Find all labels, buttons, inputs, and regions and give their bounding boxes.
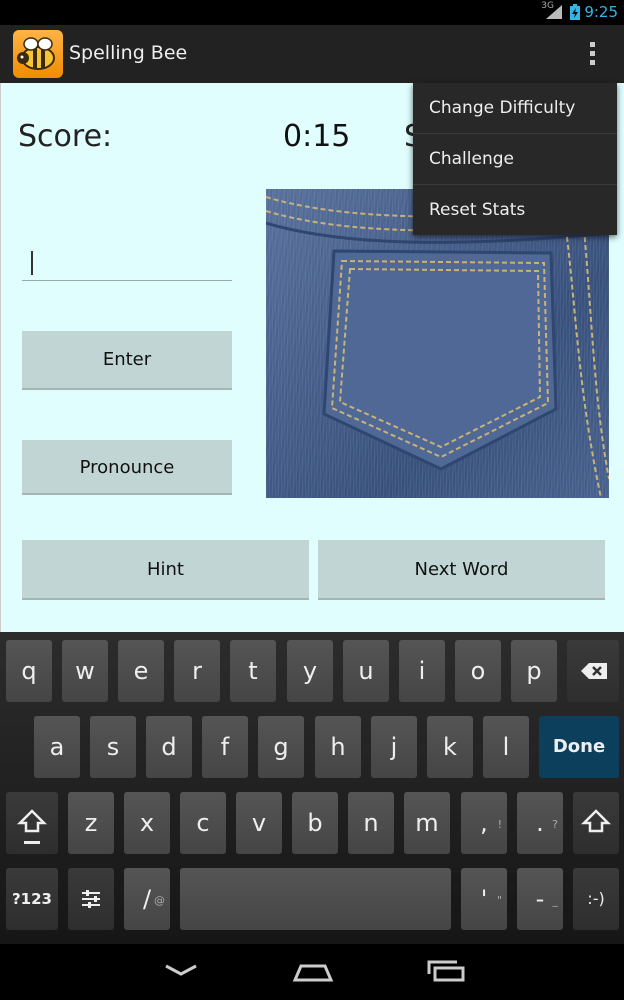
key-apostrophe-hint: " [496, 894, 502, 907]
word-input[interactable] [22, 240, 232, 281]
key-o[interactable]: o [455, 640, 501, 702]
key-c[interactable]: c [180, 792, 226, 854]
word-picture-jeans [266, 189, 609, 498]
score-label: Score: [18, 119, 113, 154]
pronounce-button[interactable]: Pronounce [22, 440, 232, 495]
next-word-button[interactable]: Next Word [318, 540, 605, 600]
timer: 0:15 [283, 119, 351, 154]
key-b[interactable]: b [292, 792, 338, 854]
key-z[interactable]: z [68, 792, 114, 854]
clock: 9:25 [584, 3, 618, 21]
shift-key[interactable] [6, 792, 58, 854]
key-r[interactable]: r [174, 640, 220, 702]
key-s[interactable]: s [90, 716, 136, 778]
smiley-key-label: :-) [587, 889, 605, 908]
smiley-key[interactable]: :-) [573, 868, 619, 930]
key-dash[interactable]: - _ [517, 868, 563, 930]
key-j[interactable]: j [371, 716, 417, 778]
action-bar: Spelling Bee [0, 25, 624, 84]
key-e[interactable]: e [118, 640, 164, 702]
app-title: Spelling Bee [69, 42, 188, 64]
key-slash-hint: @ [154, 894, 165, 907]
shift-arrow-icon [580, 809, 612, 833]
navigation-bar [0, 944, 624, 1000]
symbols-key[interactable]: ?123 [6, 868, 58, 930]
key-a[interactable]: a [34, 716, 80, 778]
key-k[interactable]: k [427, 716, 473, 778]
key-h[interactable]: h [315, 716, 361, 778]
shift-key-right[interactable] [573, 792, 619, 854]
enter-button[interactable]: Enter [22, 331, 232, 390]
key-g[interactable]: g [258, 716, 304, 778]
key-t[interactable]: t [230, 640, 276, 702]
key-i[interactable]: i [399, 640, 445, 702]
key-comma-hint: ! [497, 818, 502, 831]
space-key[interactable] [180, 868, 451, 930]
menu-item-reset-stats[interactable]: Reset Stats [413, 185, 617, 235]
key-m[interactable]: m [404, 792, 450, 854]
hint-button[interactable]: Hint [22, 540, 309, 600]
key-w[interactable]: w [62, 640, 108, 702]
overflow-menu: Change Difficulty Challenge Reset Stats [413, 83, 617, 235]
key-v[interactable]: v [236, 792, 282, 854]
backspace-icon [581, 663, 607, 679]
menu-item-challenge[interactable]: Challenge [413, 134, 617, 184]
key-d[interactable]: d [146, 716, 192, 778]
key-apostrophe[interactable]: ' " [461, 868, 507, 930]
recent-apps-icon[interactable] [425, 958, 469, 984]
key-x[interactable]: x [124, 792, 170, 854]
shift-arrow-icon [16, 809, 48, 844]
key-dash-hint: _ [552, 894, 559, 907]
battery-icon [570, 4, 580, 20]
settings-sliders-icon [82, 890, 100, 908]
key-u[interactable]: u [343, 640, 389, 702]
done-key[interactable]: Done [539, 716, 619, 778]
overflow-menu-icon[interactable] [580, 38, 604, 72]
soft-keyboard: q w e r t y u i o p a s d f g h j k l Do… [0, 632, 624, 944]
text-cursor [31, 251, 33, 275]
settings-key[interactable] [68, 868, 114, 930]
backspace-key[interactable] [567, 640, 619, 702]
key-comma[interactable]: , ! [461, 792, 507, 854]
status-bar: 3G 9:25 [0, 0, 624, 25]
key-q[interactable]: q [6, 640, 52, 702]
key-p[interactable]: p [511, 640, 557, 702]
key-n[interactable]: n [348, 792, 394, 854]
bee-logo-icon[interactable] [13, 30, 63, 78]
key-y[interactable]: y [287, 640, 333, 702]
key-l[interactable]: l [483, 716, 529, 778]
home-icon[interactable] [291, 958, 335, 984]
signal-icon [546, 5, 562, 19]
key-period[interactable]: . ? [517, 792, 563, 854]
back-chevron-down-icon[interactable] [160, 960, 202, 984]
key-period-hint: ? [552, 818, 558, 831]
key-f[interactable]: f [202, 716, 248, 778]
key-slash[interactable]: / @ [124, 868, 170, 930]
menu-item-change-difficulty[interactable]: Change Difficulty [413, 83, 617, 133]
